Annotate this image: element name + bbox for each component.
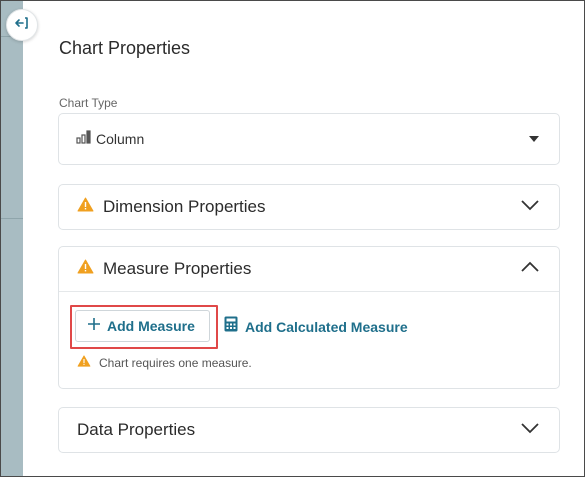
measure-properties-body: Add Measure Add Calculated Measure Chart…	[59, 291, 559, 388]
add-measure-label: Add Measure	[107, 318, 195, 334]
warning-icon	[77, 197, 94, 217]
data-properties-header[interactable]: Data Properties	[59, 408, 559, 452]
collapse-panel-button[interactable]	[6, 9, 38, 41]
chart-type-label: Chart Type	[59, 96, 118, 110]
measure-properties-section: Measure Properties Add Measure Add Calcu…	[58, 246, 560, 389]
data-properties-title: Data Properties	[77, 420, 196, 439]
requirement-text: Chart requires one measure.	[99, 356, 252, 370]
dimension-properties-section: Dimension Properties	[58, 184, 560, 230]
dimension-properties-title: Dimension Properties	[103, 197, 266, 216]
chart-type-value: Column	[96, 131, 145, 147]
add-measure-button[interactable]: Add Measure	[75, 310, 210, 342]
warning-icon	[77, 259, 94, 279]
chevron-up-icon	[521, 260, 539, 278]
dropdown-caret-icon	[529, 136, 539, 142]
calculator-icon	[224, 316, 238, 337]
collapse-left-icon	[14, 15, 30, 36]
warning-icon	[77, 354, 91, 372]
dimension-properties-header[interactable]: Dimension Properties	[59, 185, 559, 229]
column-chart-icon	[76, 129, 92, 149]
chevron-down-icon	[521, 421, 539, 439]
chart-type-select[interactable]: Column	[58, 113, 560, 165]
add-calculated-measure-label: Add Calculated Measure	[245, 318, 408, 335]
plus-icon	[87, 317, 101, 336]
measure-properties-header[interactable]: Measure Properties	[59, 247, 559, 291]
add-calculated-measure-button[interactable]: Add Calculated Measure	[224, 316, 408, 337]
chart-properties-window: Chart Properties Chart Type Column Dimen…	[0, 0, 585, 477]
chevron-down-icon	[521, 198, 539, 216]
data-properties-section: Data Properties	[58, 407, 560, 453]
measure-properties-title: Measure Properties	[103, 259, 252, 278]
left-background-strip	[1, 1, 23, 476]
measure-requirement-message: Chart requires one measure.	[77, 354, 252, 372]
panel-title: Chart Properties	[59, 38, 191, 58]
